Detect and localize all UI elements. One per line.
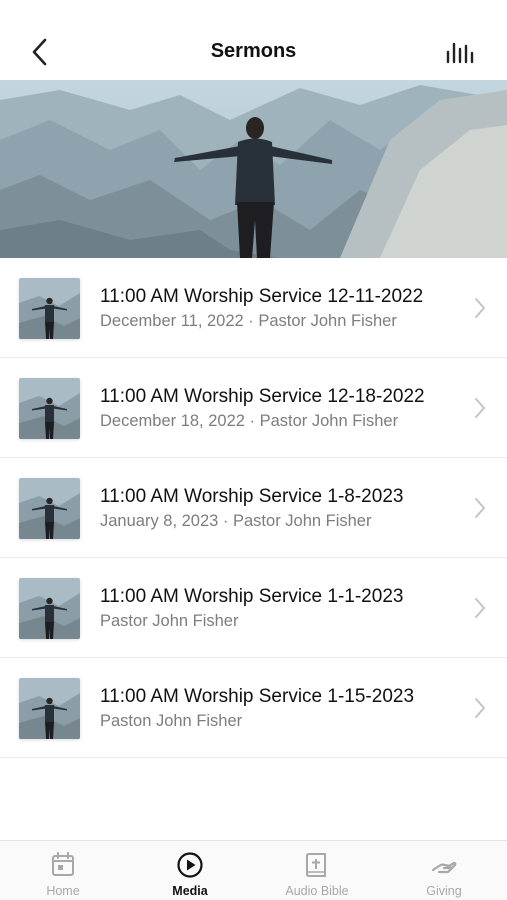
chevron-right-icon xyxy=(475,498,485,518)
sermon-row[interactable]: 11:00 AM Worship Service 1-1-2023 Pastor… xyxy=(0,558,507,658)
sermon-subtitle: Paston John Fisher xyxy=(100,712,243,730)
sermon-thumbnail xyxy=(19,378,80,439)
tab-label: Giving xyxy=(426,884,462,898)
sermon-subtitle: January 8, 2023 · Pastor John Fisher xyxy=(100,512,372,530)
tab-audio-bible[interactable]: Audio Bible xyxy=(254,841,380,900)
sermon-subtitle: Pastor John Fisher xyxy=(100,612,239,630)
calendar-icon xyxy=(52,852,74,876)
sermon-title: 11:00 AM Worship Service 1-8-2023 xyxy=(100,486,404,507)
sermon-list: 11:00 AM Worship Service 12-11-2022 Dece… xyxy=(0,258,507,758)
sermon-row[interactable]: 11:00 AM Worship Service 12-18-2022 Dece… xyxy=(0,358,507,458)
chevron-right-icon xyxy=(475,398,485,418)
sermon-subtitle: December 11, 2022 · Pastor John Fisher xyxy=(100,312,397,330)
audio-button[interactable] xyxy=(445,38,477,66)
play-circle-icon xyxy=(177,852,203,878)
tab-label: Media xyxy=(172,884,208,898)
sermon-title: 11:00 AM Worship Service 12-18-2022 xyxy=(100,386,425,407)
sermon-thumbnail xyxy=(19,678,80,739)
sermon-title: 11:00 AM Worship Service 1-15-2023 xyxy=(100,686,415,707)
sermon-row[interactable]: 11:00 AM Worship Service 1-15-2023 Pasto… xyxy=(0,658,507,758)
tab-label: Home xyxy=(46,884,80,898)
sermon-subtitle: December 18, 2022 · Pastor John Fisher xyxy=(100,412,399,430)
sermon-thumbnail xyxy=(19,278,80,339)
hero-banner-image xyxy=(0,80,507,258)
chevron-right-icon xyxy=(475,298,485,318)
sermon-row[interactable]: 11:00 AM Worship Service 1-8-2023 Januar… xyxy=(0,458,507,558)
tab-media[interactable]: Media xyxy=(127,841,253,900)
sermon-title: 11:00 AM Worship Service 1-1-2023 xyxy=(100,586,404,607)
sermon-thumbnail xyxy=(19,478,80,539)
page-title: Sermons xyxy=(210,40,297,62)
tab-home[interactable]: Home xyxy=(0,841,126,900)
chevron-right-icon xyxy=(475,698,485,718)
bottom-tab-bar: Home Media Audio Bible Giving xyxy=(0,840,507,900)
audio-bars-icon xyxy=(446,42,474,64)
sermon-thumbnail xyxy=(19,578,80,639)
chevron-right-icon xyxy=(475,598,485,618)
giving-hand-icon xyxy=(431,861,457,874)
top-nav-bar: Sermons xyxy=(0,0,507,80)
sermon-row[interactable]: 11:00 AM Worship Service 12-11-2022 Dece… xyxy=(0,258,507,358)
sermon-title: 11:00 AM Worship Service 12-11-2022 xyxy=(100,286,424,307)
tab-label: Audio Bible xyxy=(285,884,349,898)
tab-giving[interactable]: Giving xyxy=(381,841,507,900)
bible-icon xyxy=(306,853,326,877)
